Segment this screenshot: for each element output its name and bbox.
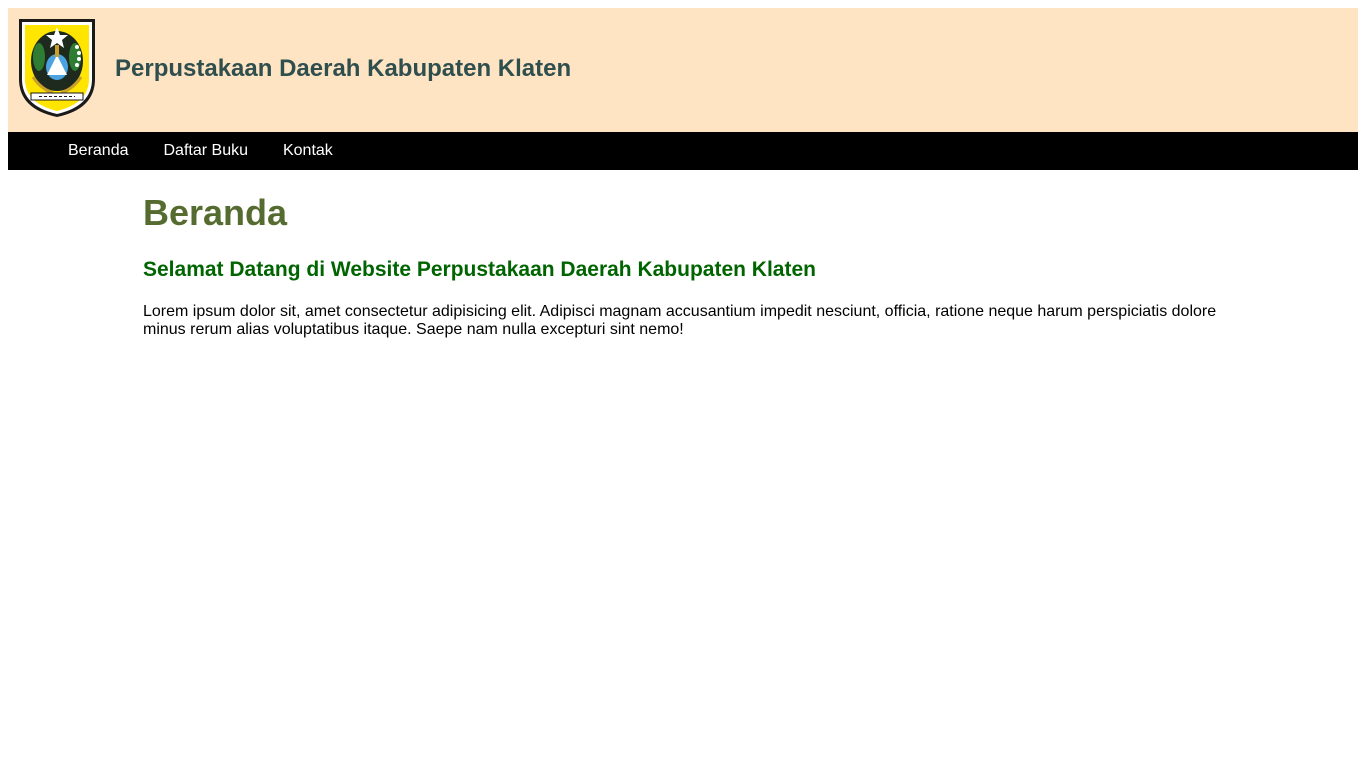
nav-list: Beranda Daftar Buku Kontak bbox=[8, 132, 1358, 170]
site-title: Perpustakaan Daerah Kabupaten Klaten bbox=[115, 55, 572, 82]
welcome-heading: Selamat Datang di Website Perpustakaan D… bbox=[143, 258, 816, 281]
site-header: Perpustakaan Daerah Kabupaten Klaten bbox=[8, 8, 1358, 132]
nav-link-beranda[interactable]: Beranda bbox=[68, 132, 129, 170]
main-content: Beranda Selamat Datang di Website Perpus… bbox=[143, 190, 1223, 339]
nav-item-kontak: Kontak bbox=[283, 132, 368, 170]
page: Perpustakaan Daerah Kabupaten Klaten Ber… bbox=[0, 0, 1366, 768]
page-title: Beranda bbox=[143, 192, 288, 233]
nav-item-daftar-buku: Daftar Buku bbox=[164, 132, 283, 170]
main-nav: Beranda Daftar Buku Kontak bbox=[8, 132, 1358, 170]
nav-item-beranda: Beranda bbox=[68, 132, 164, 170]
intro-paragraph: Lorem ipsum dolor sit, amet consectetur … bbox=[143, 303, 1217, 338]
nav-link-kontak[interactable]: Kontak bbox=[283, 132, 333, 170]
nav-link-daftar-buku[interactable]: Daftar Buku bbox=[164, 132, 248, 170]
klaten-regency-crest-icon bbox=[19, 19, 95, 117]
